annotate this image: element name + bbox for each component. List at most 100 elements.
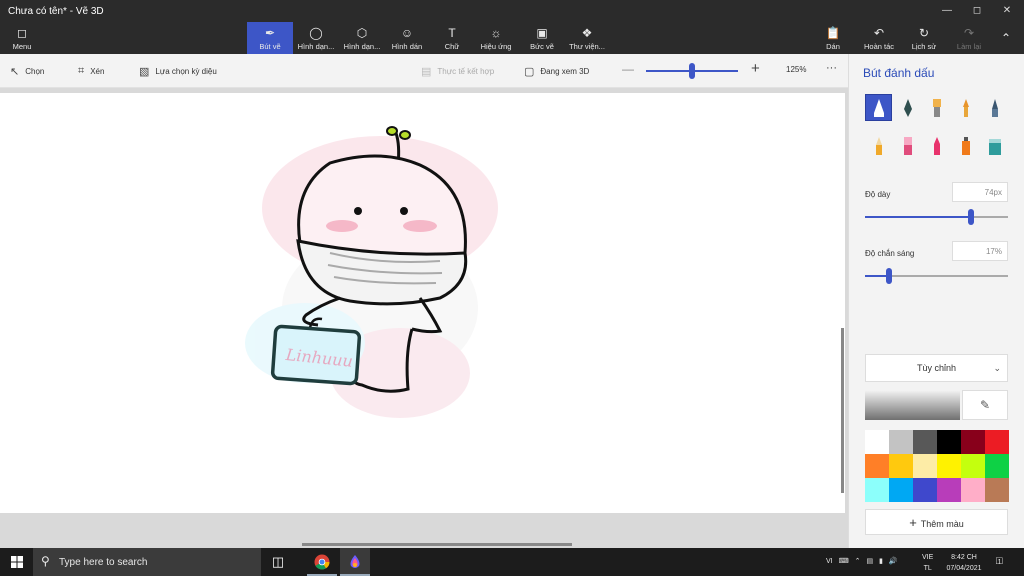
- brush-marker[interactable]: [865, 94, 892, 121]
- menu-button[interactable]: ◻ Menu: [0, 22, 44, 54]
- brush-oil[interactable]: [923, 94, 950, 121]
- tool-label: Bút vẽ: [259, 42, 281, 51]
- tool-brushes[interactable]: ✒ Bút vẽ: [247, 22, 293, 54]
- color-swatch[interactable]: [985, 454, 1009, 478]
- tool-2d-shapes[interactable]: ◯ Hình dạn...: [293, 22, 339, 54]
- crop-button[interactable]: ⌗ Xén: [78, 65, 104, 78]
- canvas-workspace[interactable]: Linhuuu: [0, 88, 848, 548]
- color-swatch[interactable]: [889, 454, 913, 478]
- opacity-slider-thumb[interactable]: [886, 268, 893, 284]
- color-swatch[interactable]: [913, 454, 937, 478]
- collapse-ribbon-button[interactable]: ⌃: [990, 22, 1022, 54]
- vertical-scrollbar[interactable]: [841, 328, 844, 493]
- chrome-taskbar-button[interactable]: [307, 548, 337, 576]
- color-swatch[interactable]: [889, 430, 913, 454]
- paste-button[interactable]: 📋 Dán: [810, 22, 856, 54]
- brush-crayon[interactable]: [923, 132, 950, 159]
- thickness-slider-thumb[interactable]: [967, 209, 974, 225]
- color-swatch[interactable]: [865, 478, 889, 502]
- volume-icon[interactable]: 🔊: [889, 558, 898, 565]
- brush-pencil[interactable]: [865, 132, 892, 159]
- custom-color-label: Tùy chỉnh: [916, 363, 957, 373]
- ribbon: ◻ Menu ✒ Bút vẽ ◯ Hình dạn... ⬡ Hình dạn…: [0, 22, 1024, 54]
- pencil-icon: [875, 136, 882, 155]
- tray-vi-icon[interactable]: VI: [826, 558, 833, 565]
- color-swatch[interactable]: [937, 478, 961, 502]
- color-swatch[interactable]: [961, 454, 985, 478]
- marker-icon: [873, 98, 884, 117]
- zoom-in-button[interactable]: +: [751, 60, 760, 77]
- thickness-slider[interactable]: [865, 209, 1008, 225]
- battery-icon[interactable]: ▮: [879, 558, 883, 565]
- start-button[interactable]: [2, 548, 32, 576]
- horizontal-scrollbar[interactable]: [302, 543, 572, 546]
- color-swatch[interactable]: [961, 430, 985, 454]
- tool-label: Hình dán: [391, 42, 423, 51]
- tray-keyboard-icon[interactable]: ⌨: [839, 558, 849, 565]
- chevron-down-icon: ⌄: [993, 363, 1001, 373]
- notification-button[interactable]: □1: [996, 555, 1003, 583]
- history-button[interactable]: ↻ Lịch sử: [901, 22, 947, 54]
- zoom-percentage[interactable]: 125%: [786, 65, 806, 74]
- zoom-out-button[interactable]: —: [622, 62, 634, 76]
- eyedropper-button[interactable]: ✎: [962, 390, 1008, 420]
- brush-pixel-pen[interactable]: [981, 94, 1008, 121]
- drawing-canvas[interactable]: Linhuuu: [0, 93, 845, 513]
- view-3d-label: Đang xem 3D: [540, 67, 590, 76]
- tool-label: Bức vẽ: [530, 42, 554, 51]
- color-swatch[interactable]: [937, 430, 961, 454]
- view-3d-button[interactable]: ▢ Đang xem 3D: [524, 65, 589, 78]
- tool-text[interactable]: T Chữ: [429, 22, 475, 54]
- redo-button[interactable]: ↷ Làm lại: [946, 22, 992, 54]
- paint3d-icon: [350, 555, 360, 568]
- undo-button[interactable]: ↶ Hoàn tác: [856, 22, 902, 54]
- tool-stickers[interactable]: ☺ Hình dán: [384, 22, 430, 54]
- taskbar-search[interactable]: ⚲ Type here to search: [33, 548, 261, 576]
- tool-effects[interactable]: ☼ Hiệu ứng: [473, 22, 519, 54]
- brush-eraser[interactable]: [894, 132, 921, 159]
- paste-label: Dán: [826, 42, 840, 51]
- color-swatch[interactable]: [937, 454, 961, 478]
- mixed-reality-button[interactable]: ▤ Thực tế kết hợp: [421, 65, 494, 78]
- brush-spray-can[interactable]: [952, 132, 979, 159]
- library-icon: ❖: [581, 26, 593, 40]
- opacity-input[interactable]: 17%: [952, 241, 1008, 261]
- color-swatch[interactable]: [985, 478, 1009, 502]
- thickness-slider-fill: [865, 216, 971, 218]
- thickness-input[interactable]: 74px: [952, 182, 1008, 202]
- tool-label: Hình dạn...: [297, 42, 335, 51]
- color-swatch[interactable]: [913, 478, 937, 502]
- minimize-button[interactable]: —: [932, 0, 962, 22]
- color-swatches: [865, 430, 1010, 502]
- maximize-button[interactable]: ◻: [962, 0, 992, 22]
- add-color-button[interactable]: + Thêm màu: [865, 509, 1008, 535]
- crop-label: Xén: [90, 67, 105, 76]
- color-swatch[interactable]: [913, 430, 937, 454]
- chevron-up-icon[interactable]: ⌃: [855, 558, 861, 565]
- stickers-icon: ☺: [400, 26, 414, 40]
- close-button[interactable]: ✕: [992, 0, 1022, 22]
- color-swatch[interactable]: [865, 430, 889, 454]
- tool-canvas[interactable]: ▣ Bức vẽ: [519, 22, 565, 54]
- network-icon[interactable]: ▤: [866, 558, 873, 565]
- opacity-slider[interactable]: [865, 268, 1008, 284]
- color-swatch[interactable]: [961, 478, 985, 502]
- more-options-button[interactable]: ···: [826, 62, 837, 74]
- drawing-svg: Linhuuu: [245, 126, 498, 418]
- select-button[interactable]: ↖ Chọn: [10, 65, 44, 78]
- tool-3d-library[interactable]: ❖ Thư viện...: [564, 22, 610, 54]
- color-swatch[interactable]: [985, 430, 1009, 454]
- brush-calligraphy-pen[interactable]: [894, 94, 921, 121]
- color-swatch[interactable]: [889, 478, 913, 502]
- paint3d-taskbar-button[interactable]: [340, 548, 370, 576]
- tool-label: Hiệu ứng: [480, 42, 512, 51]
- brush-watercolor[interactable]: [952, 94, 979, 121]
- zoom-slider-thumb[interactable]: [689, 63, 695, 79]
- cursor-icon: ↖: [10, 66, 20, 78]
- task-view-button[interactable]: ◫: [263, 548, 293, 576]
- tool-3d-shapes[interactable]: ⬡ Hình dạn...: [339, 22, 385, 54]
- color-swatch[interactable]: [865, 454, 889, 478]
- magic-select-button[interactable]: ▧ Lựa chọn kỳ diệu: [139, 65, 217, 78]
- brush-fill[interactable]: [981, 132, 1008, 159]
- custom-color-dropdown[interactable]: Tùy chỉnh ⌄: [865, 354, 1008, 382]
